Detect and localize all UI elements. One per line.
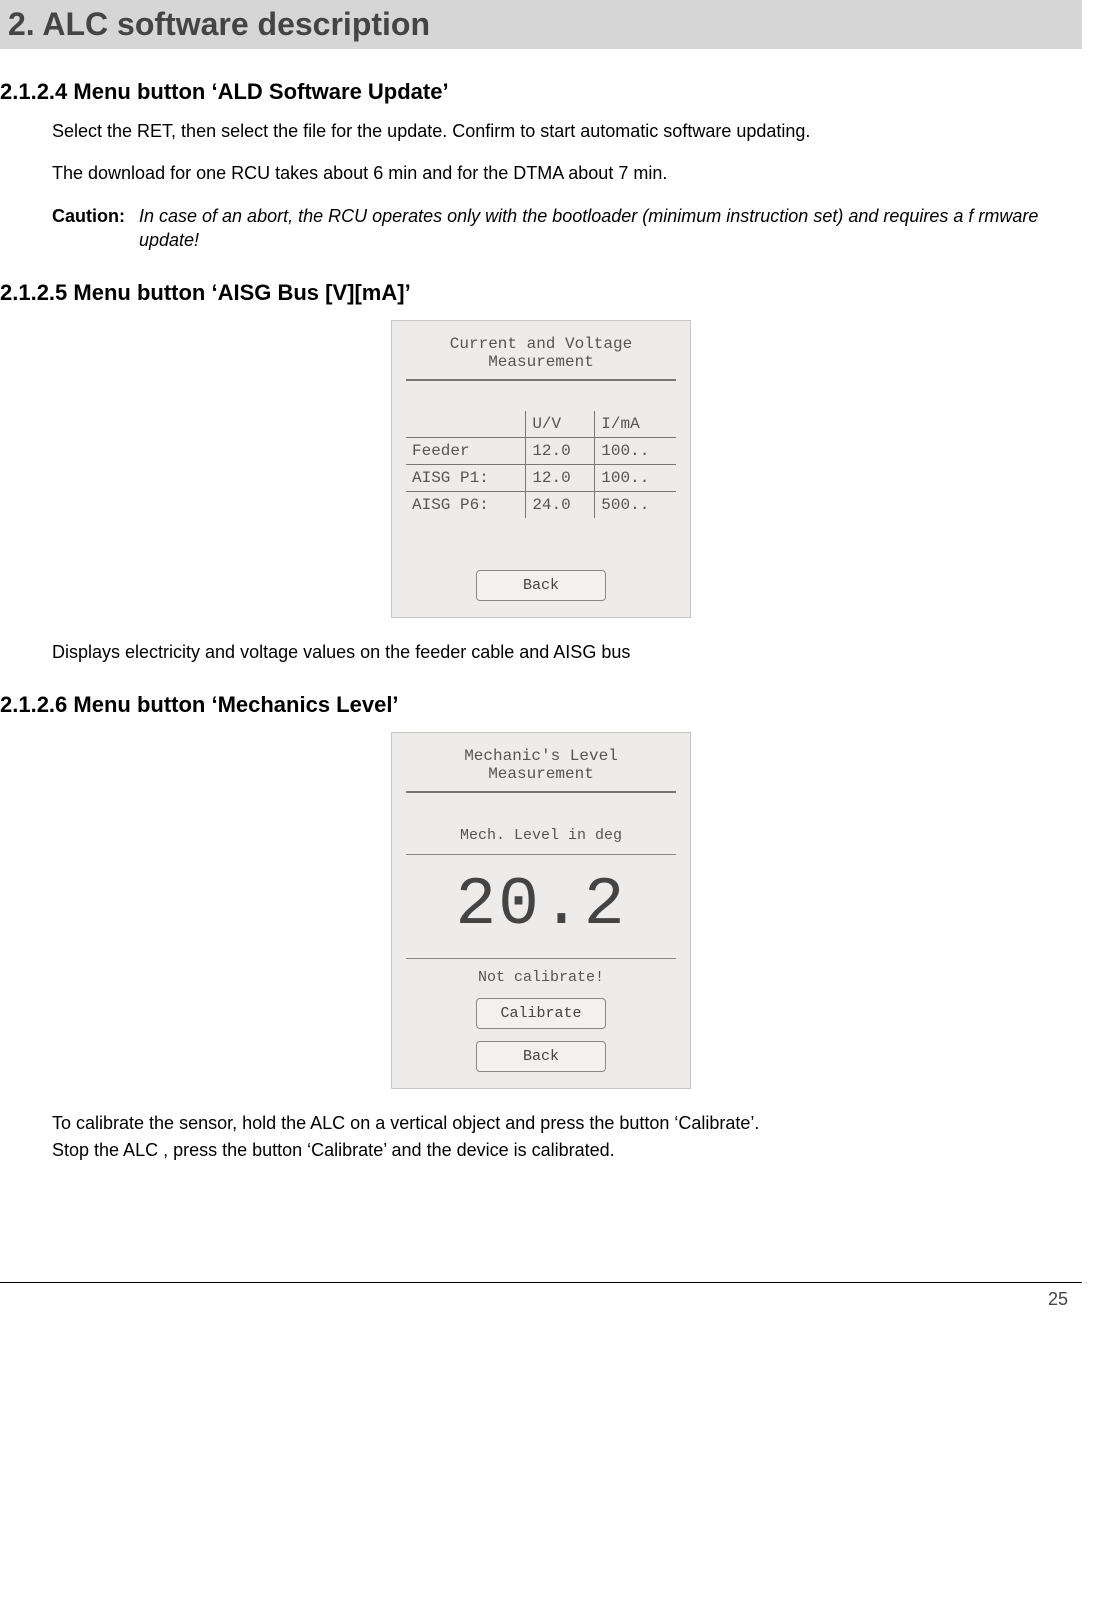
text-2124-p2: The download for one RCU takes about 6 m… <box>52 161 1082 185</box>
back-button[interactable]: Back <box>476 1041 606 1072</box>
level-warning: Not calibrate! <box>406 969 676 986</box>
level-title-2: Measurement <box>406 765 676 783</box>
aisg-row1-uv: 12.0 <box>526 465 595 492</box>
caution-label: Caution: <box>52 204 125 253</box>
heading-2125: 2.1.2.5 Menu button ‘AISG Bus [V][mA]’ <box>0 280 1082 306</box>
aisg-row0-ima: 100.. <box>595 438 676 465</box>
text-2125-desc: Displays electricity and voltage values … <box>52 640 1082 664</box>
device-screen-level: Mechanic's Level Measurement Mech. Level… <box>391 732 691 1089</box>
aisg-col-ima: I/mA <box>595 411 676 438</box>
caution-text: In case of an abort, the RCU operates on… <box>139 204 1082 253</box>
aisg-table: U/V I/mA Feeder 12.0 100.. AISG P1: 12.0… <box>406 411 676 518</box>
aisg-row0-uv: 12.0 <box>526 438 595 465</box>
heading-2124: 2.1.2.4 Menu button ‘ALD Software Update… <box>0 79 1082 105</box>
table-row: AISG P6: 24.0 500.. <box>406 492 676 519</box>
table-row: Feeder 12.0 100.. <box>406 438 676 465</box>
text-2124-p1: Select the RET, then select the file for… <box>52 119 1082 143</box>
aisg-title-2: Measurement <box>406 353 676 371</box>
aisg-row1-ima: 100.. <box>595 465 676 492</box>
aisg-title-1: Current and Voltage <box>406 335 676 353</box>
text-2126-desc1: To calibrate the sensor, hold the ALC on… <box>52 1111 1082 1135</box>
device-screen-aisg: Current and Voltage Measurement U/V I/mA… <box>391 320 691 618</box>
heading-2126: 2.1.2.6 Menu button ‘Mechanics Level’ <box>0 692 1082 718</box>
page-footer: 25 <box>0 1282 1082 1320</box>
level-value: 20.2 <box>406 867 676 944</box>
page-number: 25 <box>1048 1289 1068 1309</box>
level-title-1: Mechanic's Level <box>406 747 676 765</box>
table-row: AISG P1: 12.0 100.. <box>406 465 676 492</box>
page-banner: 2. ALC software description <box>0 0 1082 49</box>
aisg-row2-uv: 24.0 <box>526 492 595 519</box>
calibrate-button[interactable]: Calibrate <box>476 998 606 1029</box>
aisg-row2-ima: 500.. <box>595 492 676 519</box>
level-mid-label: Mech. Level in deg <box>406 827 676 844</box>
aisg-row0-label: Feeder <box>406 438 526 465</box>
divider <box>406 854 676 855</box>
back-button[interactable]: Back <box>476 570 606 601</box>
divider <box>406 791 676 793</box>
caution-row: Caution: In case of an abort, the RCU op… <box>52 204 1082 253</box>
aisg-col-uv: U/V <box>526 411 595 438</box>
text-2126-desc2: Stop the ALC , press the button ‘Calibra… <box>52 1138 1082 1162</box>
divider <box>406 958 676 959</box>
aisg-row1-label: AISG P1: <box>406 465 526 492</box>
divider <box>406 379 676 381</box>
aisg-row2-label: AISG P6: <box>406 492 526 519</box>
aisg-col-blank <box>406 411 526 438</box>
